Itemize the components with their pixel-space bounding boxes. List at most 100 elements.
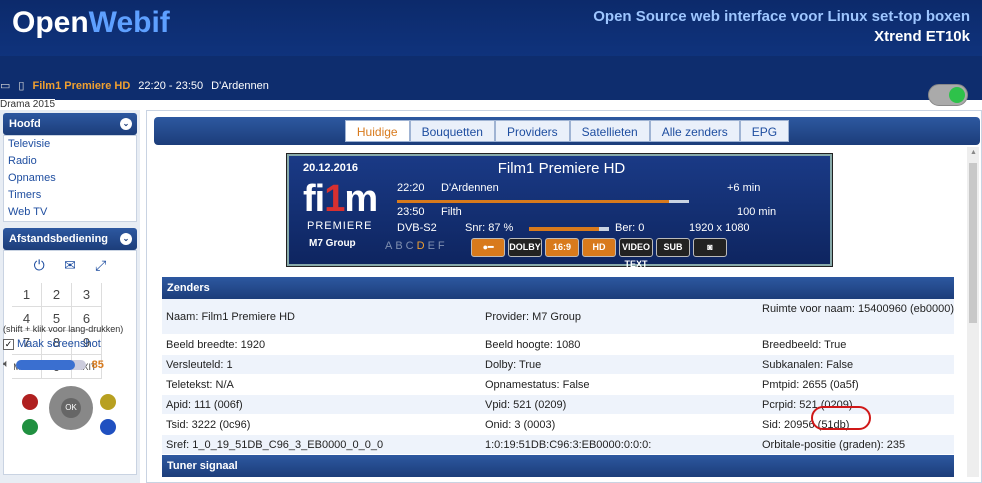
key-2[interactable]: 2 [42, 283, 72, 307]
main-menu-heading[interactable]: Hoofd ⌄ [3, 113, 137, 135]
logo-m: m [344, 178, 378, 220]
table-cell: Pmtpid: 2655 (0a5f) [762, 379, 859, 391]
menu-item-televisie[interactable]: Televisie [4, 136, 136, 153]
table-cell: Teletekst: N/A [166, 379, 234, 391]
main-menu: Televisie Radio Opnames Timers Web TV [3, 135, 137, 222]
table-cell: 1:0:19:51DB:C96:3:EB0000:0:0:0: [485, 439, 652, 451]
table-cell: Onid: 3 (0003) [485, 419, 556, 431]
screenshot-option[interactable]: ✓ Maak screenshot [3, 338, 101, 350]
screenshot-checkbox[interactable]: ✓ [3, 338, 14, 350]
green-button[interactable] [22, 419, 38, 435]
red-button[interactable] [22, 394, 38, 410]
event2-title[interactable]: Filth [441, 206, 462, 218]
hd-badge-icon: HD [582, 238, 616, 257]
chevron-down-icon[interactable]: ⌄ [120, 118, 132, 130]
table-cell: Sref: 1_0_19_51DB_C96_3_EB0000_0_0_0 [166, 439, 384, 451]
now-time: 22:20 - 23:50 [138, 79, 204, 92]
fullscreen-icon[interactable]: ⤢ [95, 257, 106, 274]
scrollbar[interactable]: ▲ [967, 147, 979, 477]
table-cell: Apid: 111 (006f) [166, 399, 243, 411]
event1-title[interactable]: D'Ardennen [441, 182, 499, 194]
app-header: OpenWebif Open Source web interface voor… [0, 0, 982, 100]
key-1[interactable]: 1 [12, 283, 42, 307]
now-playing-bar: ▭ ▯ Film1 Premiere HD 22:20 - 23:50 D'Ar… [0, 56, 982, 100]
channel-logo-sub: PREMIERE [307, 220, 373, 232]
record-badge-icon: ◙ [693, 238, 727, 257]
volume-value: 85 [91, 358, 104, 371]
tuner-type: DVB-S2 [397, 222, 437, 234]
table-cell: Dolby: True [485, 359, 542, 371]
abc-pre: ABC [385, 240, 417, 252]
event1-remaining: +6 min [727, 182, 761, 194]
key-3[interactable]: 3 [72, 283, 102, 307]
sidebar: Hoofd ⌄ Televisie Radio Opnames Timers We… [0, 110, 140, 483]
menu-item-webtv[interactable]: Web TV [4, 204, 136, 221]
abc-d: D [416, 240, 428, 252]
logo-1: 1 [324, 178, 345, 220]
scroll-thumb[interactable] [969, 163, 977, 323]
logo-fi: fi [303, 178, 325, 220]
event-progress-fill [397, 200, 669, 203]
table-cell: Breedbeeld: True [762, 339, 847, 351]
power-icon[interactable]: ⏻ [34, 257, 45, 274]
tab-epg[interactable]: EPG [739, 120, 790, 142]
table-cell: Beeld breedte: 1920 [166, 339, 266, 351]
table-cell: Naam: Film1 Premiere HD [166, 311, 295, 323]
menu-item-radio[interactable]: Radio [4, 153, 136, 170]
tab-huidige[interactable]: Huidige [344, 120, 410, 142]
now-title: D'Ardennen [211, 79, 269, 92]
table-cell: Subkanalen: False [762, 359, 854, 371]
remote-heading[interactable]: Afstandsbediening ⌄ [3, 228, 137, 250]
mobile-icon[interactable]: ▯ [18, 79, 24, 92]
volume-fill [15, 359, 76, 370]
tv-icon[interactable]: ▭ [0, 79, 10, 92]
volume-slider[interactable] [15, 359, 86, 370]
resolution: 1920 x 1080 [689, 222, 750, 234]
yellow-button[interactable] [100, 394, 116, 410]
channel-info-box: 20.12.2016 Film1 Premiere HD fi1m PREMIE… [287, 154, 832, 269]
tab-satellieten[interactable]: Satellieten [569, 120, 650, 142]
subtitle-badge-icon: SUB [656, 238, 690, 257]
tab-alle-zenders[interactable]: Alle zenders [649, 120, 740, 142]
scroll-up-icon[interactable]: ▲ [970, 149, 977, 156]
speaker-icon[interactable]: 🔈︎ [3, 358, 10, 371]
tuner-signal-heading: Tuner signaal [162, 455, 954, 477]
tab-providers[interactable]: Providers [494, 120, 570, 142]
table-cell: Ruimte voor naam: 15400960 (eb0000) [762, 303, 954, 315]
table-cell: Beeld hoogte: 1080 [485, 339, 581, 351]
table-cell: Vpid: 521 (0209) [485, 399, 567, 411]
epg-channel-name: Film1 Premiere HD [497, 160, 626, 177]
channel-logo: fi1m [303, 178, 378, 220]
mail-icon[interactable]: ✉ [64, 257, 76, 274]
table-row: Teletekst: N/A Opnamestatus: False Pmtpi… [162, 375, 954, 395]
menu-item-timers[interactable]: Timers [4, 187, 136, 204]
direction-pad[interactable]: OK [49, 386, 93, 430]
theme-toggle[interactable] [928, 84, 968, 106]
chevron-down-icon[interactable]: ⌄ [120, 233, 132, 245]
tab-bar: Huidige Bouquetten Providers Satellieten… [154, 117, 980, 145]
tagline-text: Open Source web interface voor Linux set… [593, 8, 922, 25]
blue-button[interactable] [100, 419, 116, 435]
main-content: Huidige Bouquetten Providers Satellieten… [146, 110, 982, 483]
snr-value: Snr: 87 % [465, 222, 514, 234]
event2-time: 23:50 [397, 206, 425, 218]
now-channel: Film1 Premiere HD [32, 79, 131, 92]
menu-item-opnames[interactable]: Opnames [4, 170, 136, 187]
shift-hint: (shift + klik voor lang-drukken) [3, 324, 124, 334]
tab-bouquetten[interactable]: Bouquetten [409, 120, 495, 142]
event1-time: 22:20 [397, 182, 425, 194]
openwebif-logo[interactable]: OpenWebif [12, 6, 170, 40]
table-row: Versleuteld: 1 Dolby: True Subkanalen: F… [162, 355, 954, 375]
table-row: Naam: Film1 Premiere HD Provider: M7 Gro… [162, 299, 954, 335]
logo-webif-text: Webif [88, 6, 170, 39]
zenders-heading: Zenders [162, 277, 954, 299]
tagline: Open Source web interface voor Linux set… [590, 7, 970, 47]
abc-post: EF [427, 240, 448, 252]
zenders-table: Zenders Naam: Film1 Premiere HD Provider… [162, 277, 954, 477]
table-cell: Versleuteld: 1 [166, 359, 233, 371]
now-subline: Drama 2015 [0, 99, 56, 110]
box-model: Xtrend ET10k [874, 28, 970, 45]
screenshot-label[interactable]: Maak screenshot [17, 338, 101, 350]
ok-button[interactable]: OK [61, 398, 81, 418]
logo-open-text: Open [12, 6, 89, 39]
